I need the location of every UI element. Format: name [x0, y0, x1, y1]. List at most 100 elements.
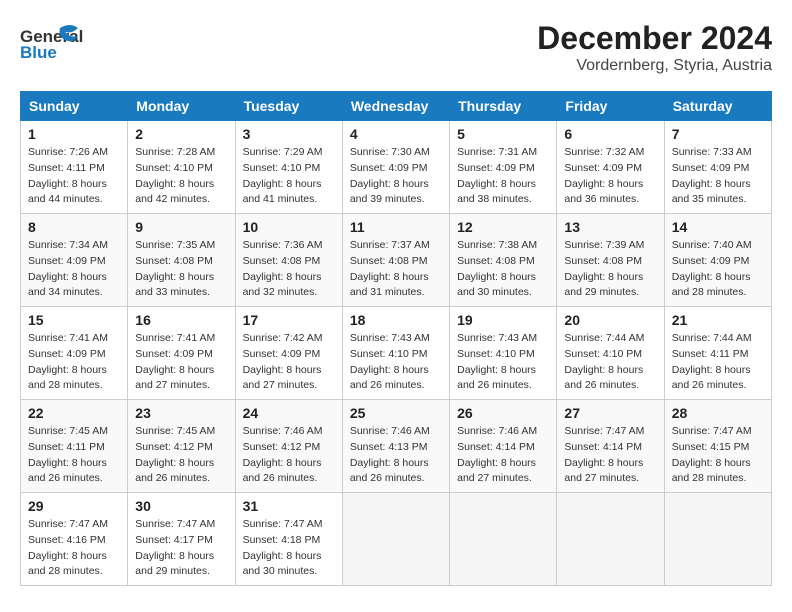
day-number: 4	[350, 126, 442, 142]
day-number: 24	[243, 405, 335, 421]
day-number: 19	[457, 312, 549, 328]
day-detail: Sunrise: 7:46 AMSunset: 4:12 PMDaylight:…	[243, 424, 335, 487]
calendar-cell: 7 Sunrise: 7:33 AMSunset: 4:09 PMDaylight…	[664, 121, 771, 214]
calendar-cell	[450, 493, 557, 586]
calendar-cell: 30 Sunrise: 7:47 AMSunset: 4:17 PMDayligh…	[128, 493, 235, 586]
day-detail: Sunrise: 7:47 AMSunset: 4:17 PMDaylight:…	[135, 517, 227, 580]
calendar-cell: 29 Sunrise: 7:47 AMSunset: 4:16 PMDayligh…	[21, 493, 128, 586]
day-detail: Sunrise: 7:47 AMSunset: 4:16 PMDaylight:…	[28, 517, 120, 580]
day-detail: Sunrise: 7:46 AMSunset: 4:13 PMDaylight:…	[350, 424, 442, 487]
col-header-thursday: Thursday	[450, 92, 557, 121]
calendar-cell: 2Sunrise: 7:28 AMSunset: 4:10 PMDaylight…	[128, 121, 235, 214]
calendar-cell: 9Sunrise: 7:35 AMSunset: 4:08 PMDaylight…	[128, 214, 235, 307]
calendar-cell: 20 Sunrise: 7:44 AMSunset: 4:10 PMDayligh…	[557, 307, 664, 400]
day-detail: Sunrise: 7:35 AMSunset: 4:08 PMDaylight:…	[135, 238, 227, 301]
day-number: 8	[28, 219, 120, 235]
calendar-cell: 18Sunrise: 7:43 AMSunset: 4:10 PMDayligh…	[342, 307, 449, 400]
day-number: 12	[457, 219, 549, 235]
day-detail: Sunrise: 7:44 AMSunset: 4:11 PMDaylight:…	[672, 331, 764, 394]
calendar-cell: 27 Sunrise: 7:47 AMSunset: 4:14 PMDayligh…	[557, 400, 664, 493]
day-number: 23	[135, 405, 227, 421]
day-detail: Sunrise: 7:47 AMSunset: 4:14 PMDaylight:…	[564, 424, 656, 487]
day-number: 1	[28, 126, 120, 142]
day-detail: Sunrise: 7:37 AMSunset: 4:08 PMDaylight:…	[350, 238, 442, 301]
day-detail: Sunrise: 7:30 AMSunset: 4:09 PMDaylight:…	[350, 145, 442, 208]
day-number: 3	[243, 126, 335, 142]
calendar-cell: 15 Sunrise: 7:41 AMSunset: 4:09 PMDayligh…	[21, 307, 128, 400]
day-number: 16	[135, 312, 227, 328]
day-detail: Sunrise: 7:43 AMSunset: 4:10 PMDaylight:…	[457, 331, 549, 394]
day-number: 2	[135, 126, 227, 142]
calendar-header-row: SundayMondayTuesdayWednesdayThursdayFrid…	[21, 92, 772, 121]
calendar-cell: 10 Sunrise: 7:36 AMSunset: 4:08 PMDayligh…	[235, 214, 342, 307]
day-number: 17	[243, 312, 335, 328]
day-detail: Sunrise: 7:34 AMSunset: 4:09 PMDaylight:…	[28, 238, 120, 301]
col-header-tuesday: Tuesday	[235, 92, 342, 121]
day-detail: Sunrise: 7:45 AMSunset: 4:12 PMDaylight:…	[135, 424, 227, 487]
calendar-cell: 8 Sunrise: 7:34 AMSunset: 4:09 PMDaylight…	[21, 214, 128, 307]
day-detail: Sunrise: 7:44 AMSunset: 4:10 PMDaylight:…	[564, 331, 656, 394]
col-header-saturday: Saturday	[664, 92, 771, 121]
day-detail: Sunrise: 7:45 AMSunset: 4:11 PMDaylight:…	[28, 424, 120, 487]
day-detail: Sunrise: 7:31 AMSunset: 4:09 PMDaylight:…	[457, 145, 549, 208]
calendar-cell: 3Sunrise: 7:29 AMSunset: 4:10 PMDaylight…	[235, 121, 342, 214]
day-detail: Sunrise: 7:26 AMSunset: 4:11 PMDaylight:…	[28, 145, 120, 208]
day-number: 30	[135, 498, 227, 514]
col-header-wednesday: Wednesday	[342, 92, 449, 121]
day-number: 31	[243, 498, 335, 514]
calendar-cell: 19 Sunrise: 7:43 AMSunset: 4:10 PMDayligh…	[450, 307, 557, 400]
day-detail: Sunrise: 7:33 AMSunset: 4:09 PMDaylight:…	[672, 145, 764, 208]
day-detail: Sunrise: 7:41 AMSunset: 4:09 PMDaylight:…	[28, 331, 120, 394]
calendar-cell: 22Sunrise: 7:45 AMSunset: 4:11 PMDayligh…	[21, 400, 128, 493]
day-number: 25	[350, 405, 442, 421]
col-header-sunday: Sunday	[21, 92, 128, 121]
calendar-cell: 12 Sunrise: 7:38 AMSunset: 4:08 PMDayligh…	[450, 214, 557, 307]
calendar-week-row: 1 Sunrise: 7:26 AMSunset: 4:11 PMDaylight…	[21, 121, 772, 214]
day-number: 14	[672, 219, 764, 235]
day-detail: Sunrise: 7:32 AMSunset: 4:09 PMDaylight:…	[564, 145, 656, 208]
calendar-cell: 25 Sunrise: 7:46 AMSunset: 4:13 PMDayligh…	[342, 400, 449, 493]
calendar-cell: 17 Sunrise: 7:42 AMSunset: 4:09 PMDayligh…	[235, 307, 342, 400]
day-detail: Sunrise: 7:36 AMSunset: 4:08 PMDaylight:…	[243, 238, 335, 301]
calendar-cell: 4 Sunrise: 7:30 AMSunset: 4:09 PMDaylight…	[342, 121, 449, 214]
calendar-cell	[557, 493, 664, 586]
day-number: 29	[28, 498, 120, 514]
day-number: 21	[672, 312, 764, 328]
day-number: 6	[564, 126, 656, 142]
calendar-cell	[342, 493, 449, 586]
day-number: 5	[457, 126, 549, 142]
day-number: 15	[28, 312, 120, 328]
day-detail: Sunrise: 7:38 AMSunset: 4:08 PMDaylight:…	[457, 238, 549, 301]
calendar-cell	[664, 493, 771, 586]
day-number: 10	[243, 219, 335, 235]
day-number: 7	[672, 126, 764, 142]
day-detail: Sunrise: 7:39 AMSunset: 4:08 PMDaylight:…	[564, 238, 656, 301]
calendar-cell: 13Sunrise: 7:39 AMSunset: 4:08 PMDayligh…	[557, 214, 664, 307]
col-header-monday: Monday	[128, 92, 235, 121]
calendar-week-row: 22Sunrise: 7:45 AMSunset: 4:11 PMDayligh…	[21, 400, 772, 493]
calendar-cell: 26 Sunrise: 7:46 AMSunset: 4:14 PMDayligh…	[450, 400, 557, 493]
day-number: 20	[564, 312, 656, 328]
col-header-friday: Friday	[557, 92, 664, 121]
calendar-cell: 24 Sunrise: 7:46 AMSunset: 4:12 PMDayligh…	[235, 400, 342, 493]
calendar-cell: 1 Sunrise: 7:26 AMSunset: 4:11 PMDaylight…	[21, 121, 128, 214]
page-title: December 2024	[537, 20, 772, 57]
day-detail: Sunrise: 7:47 AMSunset: 4:15 PMDaylight:…	[672, 424, 764, 487]
day-detail: Sunrise: 7:42 AMSunset: 4:09 PMDaylight:…	[243, 331, 335, 394]
calendar-cell: 6 Sunrise: 7:32 AMSunset: 4:09 PMDaylight…	[557, 121, 664, 214]
calendar-cell: 28Sunrise: 7:47 AMSunset: 4:15 PMDayligh…	[664, 400, 771, 493]
day-number: 26	[457, 405, 549, 421]
page-header: General Blue December 2024 Vordernberg, …	[20, 20, 772, 75]
logo: General Blue	[20, 20, 140, 70]
title-section: December 2024 Vordernberg, Styria, Austr…	[537, 20, 772, 75]
svg-text:Blue: Blue	[20, 43, 57, 62]
day-detail: Sunrise: 7:40 AMSunset: 4:09 PMDaylight:…	[672, 238, 764, 301]
calendar-cell: 5 Sunrise: 7:31 AMSunset: 4:09 PMDaylight…	[450, 121, 557, 214]
day-number: 27	[564, 405, 656, 421]
calendar-table: SundayMondayTuesdayWednesdayThursdayFrid…	[20, 91, 772, 586]
calendar-cell: 21 Sunrise: 7:44 AMSunset: 4:11 PMDayligh…	[664, 307, 771, 400]
day-detail: Sunrise: 7:46 AMSunset: 4:14 PMDaylight:…	[457, 424, 549, 487]
calendar-week-row: 15 Sunrise: 7:41 AMSunset: 4:09 PMDayligh…	[21, 307, 772, 400]
day-detail: Sunrise: 7:41 AMSunset: 4:09 PMDaylight:…	[135, 331, 227, 394]
day-detail: Sunrise: 7:47 AMSunset: 4:18 PMDaylight:…	[243, 517, 335, 580]
